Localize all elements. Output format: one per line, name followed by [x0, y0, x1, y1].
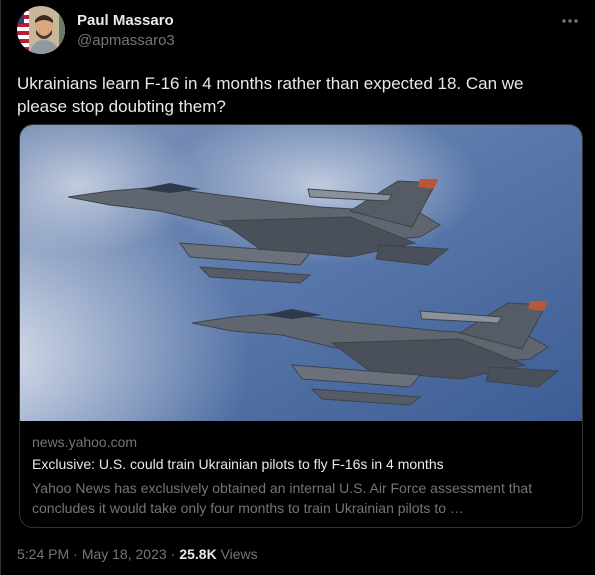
- separator: ·: [73, 546, 78, 562]
- card-description: Yahoo News has exclusively obtained an i…: [32, 480, 533, 516]
- tweet-footer: 5:24 PM · May 18, 2023 · 25.8K Views: [17, 546, 258, 562]
- card-image[interactable]: [20, 125, 582, 495]
- card-meta: news.yahoo.com Exclusive: U.S. could tra…: [32, 433, 572, 518]
- avatar[interactable]: [17, 6, 65, 54]
- link-card[interactable]: news.yahoo.com Exclusive: U.S. could tra…: [19, 124, 583, 528]
- views-label: Views: [220, 546, 258, 562]
- tweet-date[interactable]: May 18, 2023: [82, 546, 167, 562]
- author-handle[interactable]: @apmassaro3: [77, 32, 175, 49]
- card-title[interactable]: Exclusive: U.S. could train Ukrainian pi…: [32, 455, 572, 474]
- tweet-frame: Paul Massaro @apmassaro3 Ukrainians lear…: [0, 0, 595, 575]
- card-domain: news.yahoo.com: [32, 434, 138, 450]
- more-icon[interactable]: [559, 10, 581, 32]
- views-count: 25.8K: [179, 546, 217, 562]
- tweet-time[interactable]: 5:24 PM: [17, 546, 69, 562]
- separator: ·: [170, 546, 176, 562]
- tweet-header: Paul Massaro @apmassaro3: [17, 6, 583, 58]
- author-name[interactable]: Paul Massaro: [77, 12, 174, 29]
- tweet-text: Ukrainians learn F-16 in 4 months rather…: [17, 74, 524, 116]
